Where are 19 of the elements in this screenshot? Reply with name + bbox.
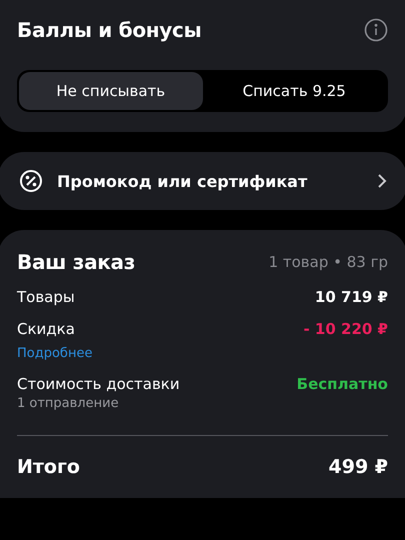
percent-icon — [19, 169, 43, 193]
row-label: Скидка — [17, 320, 75, 338]
section-title: Ваш заказ — [17, 250, 136, 274]
row-note: 1 отправление — [17, 396, 120, 411]
segment-button[interactable]: Не списывать — [19, 72, 202, 110]
info-icon[interactable] — [364, 18, 388, 42]
row-value: 10 719 ₽ — [314, 288, 388, 306]
row-label: Товары — [17, 288, 75, 306]
total-value: 499 ₽ — [328, 456, 388, 478]
order-summary: 1 товар • 83 гр — [268, 253, 388, 271]
details-link[interactable]: Подробнее — [17, 346, 388, 361]
promo-code-button[interactable]: Промокод или сертификат — [0, 152, 405, 210]
segment-button[interactable]: Списать 9.25 — [202, 72, 386, 110]
total-label: Итого — [17, 456, 80, 478]
row-label: Стоимость доставки — [17, 375, 180, 393]
row-value: - 10 220 ₽ — [303, 320, 388, 338]
row-value: Бесплатно — [296, 375, 388, 393]
section-title: Баллы и бонусы — [17, 18, 202, 42]
chevron-right-icon — [377, 173, 387, 189]
